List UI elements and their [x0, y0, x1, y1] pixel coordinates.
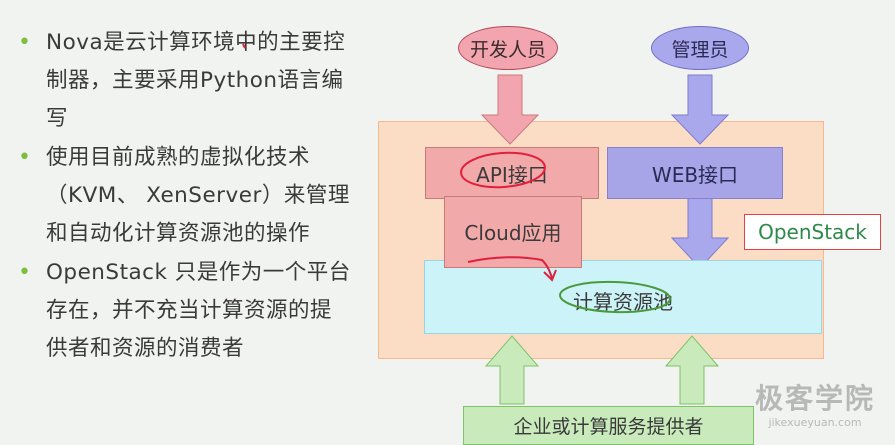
pool-circle-annotation	[559, 280, 671, 314]
watermark-url: jikexueyuan.com	[768, 416, 862, 429]
cloud-underline-annotation	[467, 256, 553, 279]
text-mark-annotation	[242, 43, 246, 49]
watermark: 极客学院 jikexueyuan.com	[745, 382, 885, 430]
annotation-layer	[242, 43, 671, 314]
openstack-diagram: 开发人员 管理员 API接口 WEB接口 计算资源池 Cloud应用 OpenS…	[0, 0, 895, 445]
api-circle-annotation	[460, 151, 546, 189]
watermark-title: 极客学院	[754, 382, 875, 415]
